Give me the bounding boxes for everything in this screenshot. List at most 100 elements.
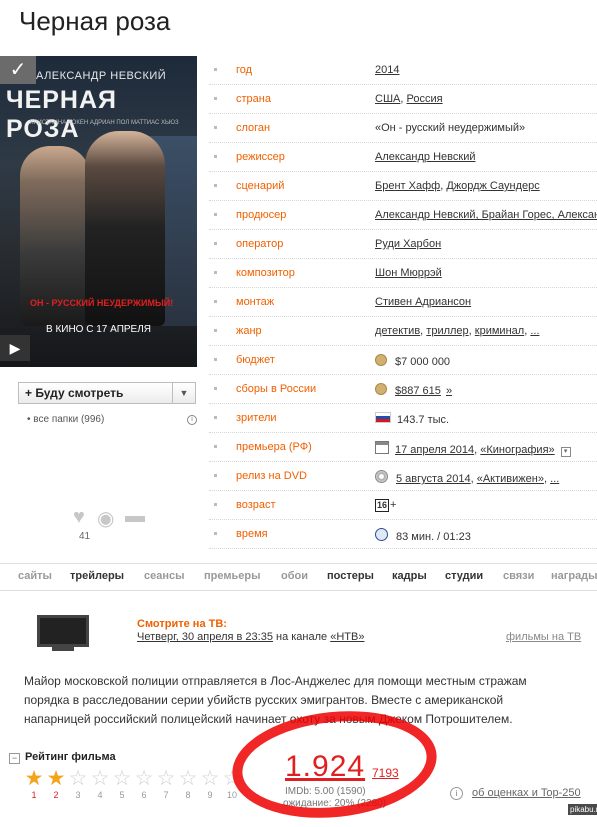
info-icon[interactable]: i [187, 415, 197, 425]
info-row-age: возраст 16 + [209, 491, 597, 520]
movie-info-table: год 2014 страна США, Россия слоган «Он -… [209, 56, 597, 549]
boxoffice-more-link[interactable]: » [446, 385, 452, 397]
info-row-year: год 2014 [209, 56, 597, 85]
tab-wallpapers[interactable]: обои [281, 570, 308, 582]
dvd-more-link[interactable]: ... [550, 473, 559, 485]
operator-link[interactable]: Руди Харбон [375, 238, 441, 250]
rating-star[interactable]: ☆ 4 [89, 768, 111, 801]
tab-studios[interactable]: студии [445, 570, 483, 582]
info-row-time: время 83 мин. / 01:23 [209, 520, 597, 549]
tab-stills[interactable]: кадры [392, 570, 427, 582]
tv-icon [37, 615, 89, 647]
tv-films-link[interactable]: фильмы на ТВ [506, 631, 581, 643]
rating-star[interactable]: ☆ 3 [67, 768, 89, 801]
dvd-icon [375, 470, 388, 483]
rating-star[interactable]: ★ 1 [23, 768, 45, 801]
check-icon[interactable]: ✓ [0, 56, 36, 84]
producer-link[interactable]: Александр Невский, Брайан Горес, Алексан [375, 209, 597, 221]
collapse-icon[interactable]: − [9, 753, 20, 764]
clock-icon [375, 528, 388, 541]
eye-icon[interactable]: ◉ [97, 506, 114, 531]
tab-awards[interactable]: награды [551, 570, 597, 582]
tab-trailers[interactable]: трейлеры [70, 570, 124, 582]
poster-tagline: ОН - РУССКИЙ НЕУДЕРЖИМЫЙ! [30, 298, 174, 308]
genre-link[interactable]: детектив [375, 325, 420, 337]
plus-icon: + [390, 499, 397, 511]
chevron-down-icon[interactable]: ▼ [172, 383, 195, 403]
rating-star[interactable]: ★ 2 [45, 768, 67, 801]
tv-time-link[interactable]: Четверг, 30 апреля в 23:35 [137, 631, 273, 643]
director-link[interactable]: Александр Невский [375, 151, 475, 163]
info-row-budget: бюджет $7 000 000 [209, 346, 597, 375]
tv-title: Смотрите на ТВ: [137, 618, 227, 630]
poster-director: АЛЕКСАНДР НЕВСКИЙ [36, 70, 167, 82]
info-row-operator: оператор Руди Харбон [209, 230, 597, 259]
folders-link[interactable]: • все папки (996) [27, 414, 104, 425]
info-row-viewers: зрители 143.7 тыс. [209, 404, 597, 433]
poster-title: ЧЕРНАЯ РОЗА [6, 86, 117, 143]
tv-stand [52, 647, 74, 651]
info-row-premiere: премьера (РФ) 17 апреля 2014, «Кинографи… [209, 433, 597, 462]
coin-icon [375, 354, 387, 366]
writer-link[interactable]: Джордж Саундерс [446, 180, 539, 192]
info-row-genre: жанр детектив, триллер, криминал, ... [209, 317, 597, 346]
expand-icon[interactable]: ▾ [560, 447, 571, 457]
info-row-country: страна США, Россия [209, 85, 597, 114]
info-row-dvd: релиз на DVD 5 августа 2014, «Активижен»… [209, 462, 597, 491]
info-icon[interactable]: i [450, 787, 463, 800]
boxoffice-link[interactable]: $887 615 [395, 385, 441, 397]
genre-more-link[interactable]: ... [530, 325, 539, 337]
watch-later-label: + Буду смотреть [25, 386, 124, 400]
page-title: Черная роза [19, 6, 171, 36]
country-link[interactable]: Россия [407, 93, 443, 105]
tv-channel-link[interactable]: «НТВ» [330, 631, 364, 643]
play-icon[interactable]: ▶ [0, 335, 30, 361]
info-row-producer: продюсер Александр Невский, Брайан Горес… [209, 201, 597, 230]
rating-header[interactable]: − Рейтинг фильма [9, 751, 116, 764]
movie-description: Майор московской полиции отправляется в … [24, 674, 527, 726]
watermark: pikabu.ru [568, 804, 597, 815]
year-link[interactable]: 2014 [375, 64, 399, 76]
editor-link[interactable]: Стивен Адриансон [375, 296, 471, 308]
heart-icon[interactable]: ♥ [73, 506, 85, 529]
rating-star[interactable]: ☆ 7 [155, 768, 177, 801]
comment-icon[interactable]: ▬ [125, 505, 145, 528]
info-row-script: сценарий Брент Хафф, Джордж Саундерс [209, 172, 597, 201]
movie-tabs: сайты трейлеры сеансы премьеры обои пост… [0, 563, 597, 591]
poster-figure-man [85, 131, 165, 326]
genre-link[interactable]: триллер [426, 325, 468, 337]
info-row-director: режиссер Александр Невский [209, 143, 597, 172]
info-row-composer: композитор Шон Мюррэй [209, 259, 597, 288]
tv-schedule: Четверг, 30 апреля в 23:35 на канале «НТ… [137, 631, 365, 643]
info-row-montage: монтаж Стивен Адриансон [209, 288, 597, 317]
movie-poster[interactable]: ✓ АЛЕКСАНДР НЕВСКИЙ ЧЕРНАЯ РОЗА КРИСТАНН… [0, 56, 197, 367]
tab-premieres[interactable]: премьеры [204, 570, 260, 582]
tab-sessions[interactable]: сеансы [144, 570, 185, 582]
tab-links[interactable]: связи [503, 570, 534, 582]
distributor-link[interactable]: «Кинография» [480, 444, 554, 456]
coin-icon [375, 383, 387, 395]
country-link[interactable]: США [375, 93, 400, 105]
premiere-date-link[interactable]: 17 апреля 2014 [395, 444, 474, 456]
info-row-slogan: слоган «Он - русский неудержимый» [209, 114, 597, 143]
rating-star[interactable]: ☆ 5 [111, 768, 133, 801]
rating-star[interactable]: ☆ 8 [177, 768, 199, 801]
dvd-distributor-link[interactable]: «Активижен» [477, 473, 544, 485]
ratings-top250-link[interactable]: об оценках и Top-250 [472, 787, 581, 799]
writer-link[interactable]: Брент Хафф [375, 180, 440, 192]
likes-count: 41 [79, 531, 91, 542]
genre-link[interactable]: криминал [475, 325, 524, 337]
calendar-icon [375, 441, 389, 454]
slogan-text: «Он - русский неудержимый» [375, 122, 526, 134]
info-row-boxoffice: сборы в России $887 615 » [209, 375, 597, 404]
watch-later-button[interactable]: + Буду смотреть ▼ [18, 382, 196, 404]
tab-posters[interactable]: постеры [327, 570, 374, 582]
rating-star[interactable]: ☆ 6 [133, 768, 155, 801]
poster-cast: КРИСТАННА ЛОКЕН АДРИАН ПОЛ МАТТИАС ХЬЮЗ [30, 120, 179, 126]
age-rating-badge: 16 [375, 499, 390, 512]
tab-sites[interactable]: сайты [18, 570, 52, 582]
russia-flag-icon [375, 412, 391, 423]
rating-star[interactable]: ☆ 9 [199, 768, 221, 801]
dvd-date-link[interactable]: 5 августа 2014 [396, 473, 471, 485]
composer-link[interactable]: Шон Мюррэй [375, 267, 442, 279]
